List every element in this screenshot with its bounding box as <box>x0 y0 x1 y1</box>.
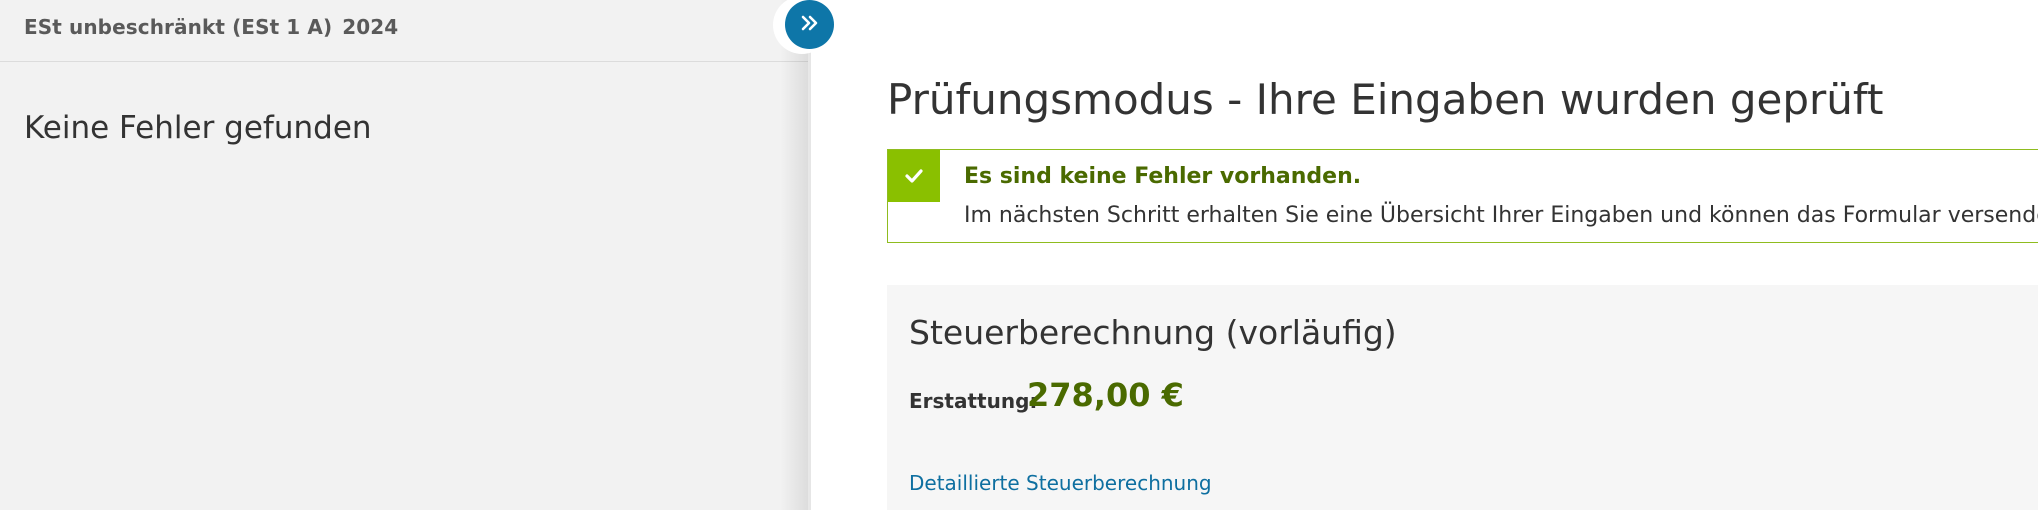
no-errors-message: Keine Fehler gefunden <box>24 110 372 146</box>
double-chevron-right-icon <box>799 12 821 38</box>
tax-card-title: Steuerberechnung (vorläufig) <box>909 313 1397 352</box>
collapse-sidebar-button[interactable] <box>785 0 834 49</box>
form-title: ESt unbeschränkt (ESt 1 A) 2024 <box>24 15 398 39</box>
form-name: ESt unbeschränkt (ESt 1 A) <box>24 15 333 39</box>
success-text: Im nächsten Schritt erhalten Sie eine Üb… <box>964 203 2038 228</box>
refund-label: Erstattung: <box>909 389 1038 413</box>
tax-calculation-card: Steuerberechnung (vorläufig) Erstattung:… <box>887 285 2038 510</box>
success-notice: Es sind keine Fehler vorhanden. Im nächs… <box>887 149 2038 243</box>
sidebar: ESt unbeschränkt (ESt 1 A) 2024 Keine Feh… <box>0 0 808 510</box>
sidebar-header: ESt unbeschränkt (ESt 1 A) 2024 <box>0 0 808 62</box>
success-title: Es sind keine Fehler vorhanden. <box>964 164 1362 189</box>
panel-divider-shadow <box>780 0 812 510</box>
checkmark-icon <box>888 150 940 202</box>
form-year: 2024 <box>342 15 399 39</box>
detailed-tax-calculation-link[interactable]: Detaillierte Steuerberechnung <box>909 471 1212 495</box>
page-title: Prüfungsmodus - Ihre Eingaben wurden gep… <box>887 75 1884 124</box>
refund-amount: 278,00 € <box>1027 376 1184 414</box>
main-panel: Prüfungsmodus - Ihre Eingaben wurden gep… <box>811 0 2038 510</box>
